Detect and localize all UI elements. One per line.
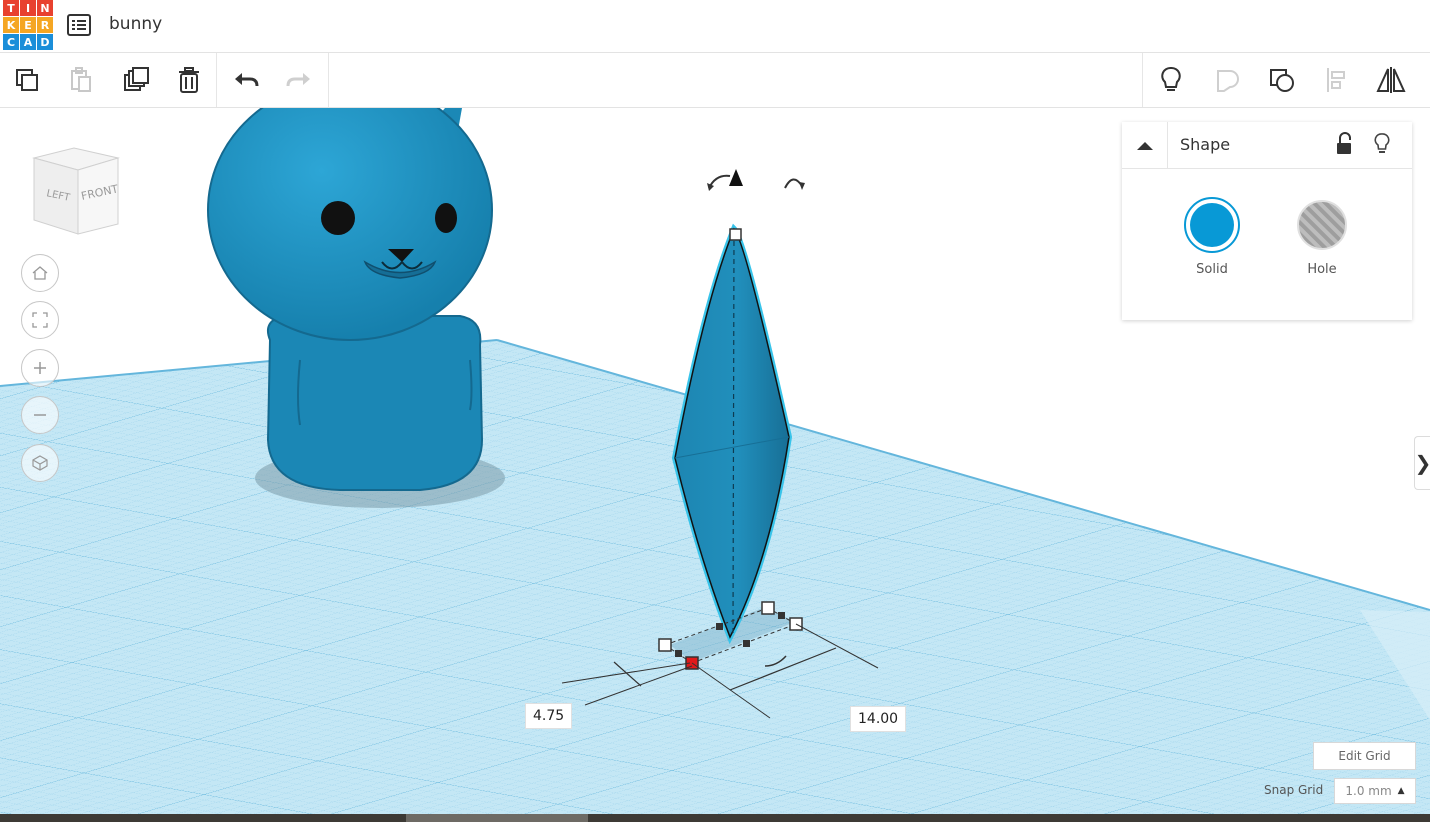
logo-letter: E [20,17,36,33]
ortho-view-icon [32,455,48,471]
tinkercad-logo[interactable]: T I N K E R C A D [3,0,53,50]
home-icon [32,266,48,280]
mirror-button[interactable] [1372,61,1410,99]
hole-label[interactable]: Hole [1294,262,1350,277]
home-view-button[interactable] [21,254,59,292]
caret-up-icon [1137,142,1153,150]
lock-button[interactable] [1334,132,1354,160]
hole-swatch-icon [1297,200,1347,250]
list-icon [67,14,91,36]
hole-option[interactable] [1294,197,1350,257]
zoom-out-icon [34,414,46,416]
view-cube[interactable]: LEFT FRONT [28,144,120,236]
snap-grid-select[interactable]: 1.0 mm ▲ [1334,778,1416,804]
caret-up-icon: ▲ [1397,786,1405,796]
redo-button[interactable] [280,61,318,99]
notes-button[interactable] [1152,61,1190,99]
trash-icon [179,67,199,93]
duplicate-button[interactable] [117,61,155,99]
lightbulb-icon [1374,133,1390,153]
lightbulb-icon [1161,66,1181,91]
logo-letter: D [37,34,53,50]
undo-icon [235,73,259,87]
view-cube-icon: LEFT FRONT [32,147,120,235]
rotate-handles[interactable] [707,169,805,191]
solid-option[interactable] [1184,197,1240,257]
logo-letter: N [37,0,53,16]
snap-grid-label: Snap Grid [1264,783,1324,797]
group-icon [1217,70,1239,92]
group-button[interactable] [1208,61,1246,99]
project-title[interactable]: bunny [109,14,162,34]
chevron-right-icon: ❯ [1414,451,1430,475]
bottom-scroll-track [0,814,1430,822]
undo-button[interactable] [227,61,265,99]
shapes-panel-toggle[interactable]: ❯ [1414,436,1430,490]
fit-view-icon [32,312,48,328]
toolbar-divider [216,53,217,107]
ortho-view-button[interactable] [21,444,59,482]
zoom-in-icon [34,362,46,374]
logo-letter: T [3,0,19,16]
edit-grid-button[interactable]: Edit Grid [1313,742,1416,770]
zoom-in-button[interactable] [21,349,59,387]
toolbar-divider [328,53,329,107]
solid-swatch-icon [1184,197,1240,253]
bottom-scroll-thumb[interactable] [406,814,588,822]
delete-button[interactable] [170,61,208,99]
project-menu-button[interactable] [66,12,92,38]
align-button[interactable] [1317,61,1355,99]
align-icon [1327,68,1345,92]
mirror-icon [1376,67,1406,93]
duplicate-icon [124,67,149,91]
inspector-header: Shape [1122,122,1412,169]
collapse-inspector-button[interactable] [1136,138,1154,157]
logo-letter: C [3,34,19,50]
lock-icon [1337,132,1351,154]
logo-letter: A [20,34,36,50]
paste-button[interactable] [62,61,100,99]
solid-label[interactable]: Solid [1184,262,1240,277]
toolbar-divider [1142,53,1143,107]
snap-grid-value: 1.0 mm [1345,784,1392,798]
copy-icon [16,69,38,91]
top-header: T I N K E R C A D bunny [0,0,1430,53]
redo-icon [286,73,310,87]
width-dimension-label[interactable]: 4.75 [525,703,573,729]
logo-letter: K [3,17,19,33]
copy-button[interactable] [8,61,46,99]
ungroup-icon [1270,69,1294,92]
zoom-out-button[interactable] [21,396,59,434]
logo-letter: R [37,17,53,33]
shape-inspector-panel: Shape Solid Hole [1122,122,1412,320]
logo-letter: I [20,0,36,16]
ungroup-button[interactable] [1263,61,1301,99]
paste-icon [71,67,91,92]
header-divider [1167,122,1168,168]
shape-notes-button[interactable] [1372,132,1392,160]
main-toolbar [0,53,1430,108]
inspector-title: Shape [1180,135,1231,154]
fit-view-button[interactable] [21,301,59,339]
length-dimension-label[interactable]: 14.00 [850,706,907,732]
